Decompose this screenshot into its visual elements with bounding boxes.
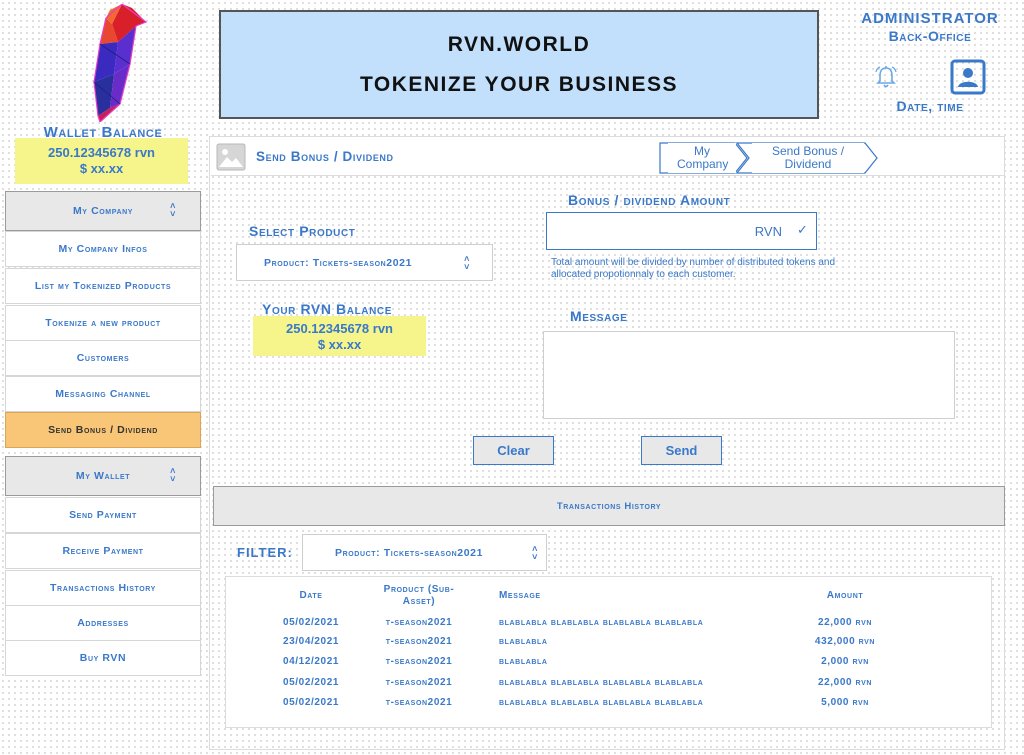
column-header-date: Date [299, 590, 323, 601]
message-textarea[interactable] [543, 331, 955, 419]
table-cell-amount: 22,000 rvn [817, 617, 873, 628]
table-cell-product: t-season2021 [385, 617, 453, 628]
table-cell-message: blablabla [499, 656, 548, 667]
sidebar-header-label: My Wallet [75, 470, 131, 482]
sidebar-item-label: List my Tokenized Products [34, 280, 172, 292]
sidebar-item-send-payment[interactable]: Send Payment [5, 497, 201, 533]
date-time: Date, time [896, 98, 964, 114]
sidebar-item-label: Customers [76, 352, 130, 364]
table-cell-date: 04/12/2021 [282, 656, 340, 667]
table-cell-product: t-season2021 [385, 656, 453, 667]
bell-icon[interactable] [873, 64, 899, 90]
table-cell-product: t-season2021 [385, 677, 453, 688]
table-cell-amount: 5,000 rvn [821, 697, 869, 708]
rvn-balance-box: 250.12345678 rvn $ xx.xx [253, 316, 426, 356]
wallet-balance-rvn: 250.12345678 rvn [48, 145, 155, 160]
clear-button[interactable]: Clear [473, 436, 554, 465]
filter-select[interactable]: Product: Tickets-season2021 ˄ ˅ [302, 534, 547, 571]
table-cell-product: t-season2021 [385, 636, 453, 647]
table-cell-amount: 22,000 rvn [817, 677, 873, 688]
wallet-balance-box: 250.12345678 rvn $ xx.xx [15, 138, 188, 184]
table-cell-amount: 432,000 rvn [814, 636, 876, 647]
send-button[interactable]: Send [641, 436, 722, 465]
sidebar-item-company-infos[interactable]: My Company Infos [5, 231, 201, 267]
sidebar-item-send-bonus[interactable]: Send Bonus / Dividend [5, 412, 201, 448]
sidebar-header-my-wallet[interactable]: My Wallet ˄ ˅ [5, 456, 201, 496]
sidebar-item-label: My Company Infos [58, 243, 148, 255]
breadcrumb-label: Send Bonus / Dividend [771, 144, 845, 171]
filter-label: FILTER: [237, 545, 293, 560]
checkmark-icon: ✓ [797, 222, 808, 237]
sidebar-item-transactions-history[interactable]: Transactions History [5, 570, 201, 606]
select-product-label: Select Product [249, 223, 356, 239]
chevron-updown-icon: ˄ ˅ [170, 466, 176, 484]
header-banner: RVN.WORLD TOKENIZE YOUR BUSINESS [219, 10, 819, 119]
sidebar-item-label: Addresses [77, 617, 129, 629]
sidebar-item-tokenize-product[interactable]: Tokenize a new product [5, 305, 201, 341]
rvn-balance-usd: $ xx.xx [317, 337, 362, 352]
wallet-balance-usd: $ xx.xx [79, 161, 124, 176]
table-cell-date: 23/04/2021 [282, 636, 340, 647]
column-header-product: Product (Sub-Asset) [383, 584, 455, 607]
breadcrumb-item-my-company[interactable]: My Company [668, 143, 736, 173]
page-title: Send Bonus / Dividend [256, 149, 394, 164]
admin-title: ADMINISTRATOR [861, 10, 999, 27]
product-select[interactable]: Product: Tickets-season2021 ˄ ˅ [236, 244, 493, 281]
sidebar-header-my-company[interactable]: My Company ˄ ˅ [5, 191, 201, 231]
sidebar-item-customers[interactable]: Customers [5, 340, 201, 376]
amount-label: Bonus / dividend Amount [568, 192, 731, 208]
amount-help-text: Total amount will be divided by number o… [551, 257, 836, 280]
breadcrumb-item-send-bonus[interactable]: Send Bonus / Dividend [752, 143, 864, 173]
table-cell-date: 05/02/2021 [282, 697, 340, 708]
chevron-updown-icon: ˄ ˅ [532, 544, 538, 562]
sidebar-item-label: Buy RVN [79, 652, 127, 664]
sidebar-item-buy-rvn[interactable]: Buy RVN [5, 640, 201, 676]
amount-unit: RVN [754, 223, 782, 239]
table-cell-product: t-season2021 [385, 697, 453, 708]
app-tagline: TOKENIZE YOUR BUSINESS [359, 72, 679, 96]
image-placeholder-icon [216, 143, 246, 171]
sidebar-item-addresses[interactable]: Addresses [5, 605, 201, 641]
app-title: RVN.WORLD [447, 32, 591, 56]
sidebar-item-label: Transactions History [50, 582, 156, 594]
message-label: Message [570, 308, 628, 324]
chevron-updown-icon: ˄ ˅ [464, 254, 470, 272]
table-cell-message: blablabla blablabla blablabla blablabla [499, 677, 704, 688]
column-header-message: Message [499, 590, 541, 601]
transactions-history-header[interactable]: Transactions History [213, 486, 1005, 526]
table-cell-amount: 2,000 rvn [821, 656, 869, 667]
rvn-balance-label: Your RVN Balance [262, 301, 393, 317]
product-select-value: Product: Tickets-season2021 [264, 256, 413, 269]
admin-subtitle: Back-Office [888, 28, 972, 44]
sidebar-item-receive-payment[interactable]: Receive Payment [5, 533, 201, 569]
table-cell-message: blablabla blablabla blablabla blablabla [499, 697, 704, 708]
breadcrumb-label: My Company [677, 144, 729, 171]
column-header-amount: Amount [826, 590, 864, 601]
raven-logo-icon [93, 4, 148, 122]
sidebar-item-label: Receive Payment [62, 545, 144, 557]
sidebar-item-label: Send Bonus / Dividend [48, 424, 158, 436]
sidebar-item-messaging-channel[interactable]: Messaging Channel [5, 376, 201, 412]
table-cell-date: 05/02/2021 [282, 617, 340, 628]
amount-input[interactable]: RVN [546, 212, 817, 250]
sidebar-item-label: Send Payment [69, 509, 137, 521]
sidebar-item-label: Tokenize a new product [45, 317, 161, 329]
profile-icon[interactable] [950, 59, 986, 95]
chevron-updown-icon: ˄ ˅ [170, 201, 176, 219]
filter-select-value: Product: Tickets-season2021 [335, 546, 484, 559]
sidebar-item-list-products[interactable]: List my Tokenized Products [5, 268, 201, 304]
sidebar-header-label: My Company [72, 205, 134, 217]
table-cell-message: blablabla blablabla blablabla blablabla [499, 617, 704, 628]
sidebar-item-label: Messaging Channel [55, 388, 151, 400]
table-cell-message: blablabla [499, 636, 548, 647]
table-cell-date: 05/02/2021 [282, 677, 340, 688]
rvn-balance-value: 250.12345678 rvn [286, 321, 393, 336]
